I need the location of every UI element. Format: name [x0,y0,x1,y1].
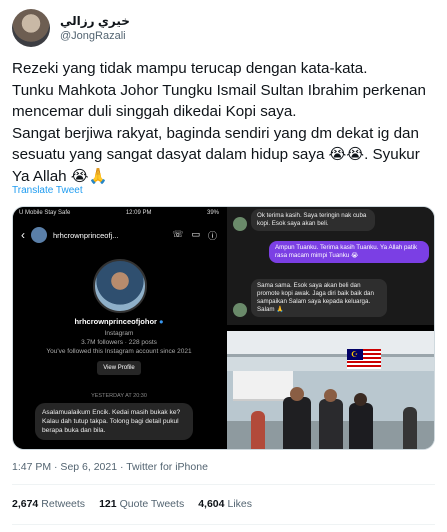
ig-profile-sub: Instagram 3.7M followers · 228 posts You… [13,329,225,356]
back-arrow-icon: ‹ [21,228,25,242]
avatar[interactable] [12,9,50,47]
chat-avatar [233,303,247,317]
dm-message-bubble: Asalamualaikum Encik. Kedai masih bukak … [35,403,193,440]
phone-status-bar: U Mobile Stay Safe 12:09 PM 39% [13,207,225,219]
tweet-header: خيري رزالي @JongRazali [12,8,130,48]
photo-stall [233,371,293,401]
phone-icon: ☏ [172,228,184,239]
divider [12,484,435,485]
photo-person [319,399,343,449]
chat-message-2: Ampun Tuanku. Terima kasih Tuanku. Ya Al… [269,241,429,263]
media-photo[interactable]: ☪ [227,331,434,449]
chat-message-1: Ok terima kasih. Saya teringin nak cuba … [251,209,375,231]
status-battery: 39% [206,210,219,216]
tweet-text: Rezeki yang tidak mampu terucap dengan k… [12,60,426,185]
thread-avatar [31,227,47,243]
thread-title: hrhcrownprinceofj... [53,230,119,240]
photo-person [403,407,417,449]
quote-tweets-label: Quote Tweets [119,498,185,510]
photo-person-head [324,389,337,402]
quote-tweets-count: 121 [99,498,117,510]
ig-platform: Instagram [104,330,134,337]
thread-actions: ☏ ▭ ⓘ [172,229,217,242]
verified-badge-icon: ● [159,317,164,326]
tweet-stats: 2,674 Retweets 121 Quote Tweets 4,604 Likes [12,498,252,510]
retweets-count: 2,674 [12,498,39,510]
photo-person [283,397,311,449]
user-handle[interactable]: @JongRazali [60,30,130,42]
malaysia-flag-star-icon: ☪ [351,350,359,359]
photo-person [349,403,373,449]
retweets-stat[interactable]: 2,674 Retweets [12,498,85,510]
ig-profile-avatar [93,259,147,313]
info-icon: ⓘ [207,230,217,241]
chat-avatar [233,217,247,231]
display-name[interactable]: خيري رزالي [60,14,130,28]
retweets-label: Retweets [41,498,86,510]
ig-profile-name: hrhcrownprinceofjohor ● [13,317,225,326]
likes-label: Likes [227,498,252,510]
photo-person-head [290,387,304,401]
ig-stats: 3.7M followers · 228 posts [81,339,157,346]
status-time: 12:09 PM [125,210,152,216]
media-chat-screenshot[interactable]: Ok terima kasih. Saya teringin nak cuba … [227,207,434,325]
likes-count: 4,604 [198,498,225,510]
view-profile-button: View Profile [97,361,141,375]
ig-follow-note: You've followed this Instagram account s… [46,348,192,355]
media-instagram-screenshot[interactable]: U Mobile Stay Safe 12:09 PM 39% ‹ hrhcro… [13,207,225,449]
ig-profile-name-text: hrhcrownprinceofjohor [74,317,157,326]
quote-tweets-stat[interactable]: 121 Quote Tweets [99,498,184,510]
tweet-timestamp[interactable]: 1:47 PM · Sep 6, 2021 · Twitter for iPho… [12,461,208,473]
tweet-media-grid[interactable]: U Mobile Stay Safe 12:09 PM 39% ‹ hrhcro… [12,206,435,450]
dm-timestamp: YESTERDAY AT 20:30 [91,393,147,399]
author-names: خيري رزالي @JongRazali [60,14,130,42]
photo-person-head [354,393,367,406]
photo-canopy [227,331,434,357]
video-icon: ▭ [191,228,200,239]
chat-message-3: Sama sama. Esok saya akan beli dan promo… [251,279,387,317]
photo-person [251,411,265,449]
translate-tweet-link[interactable]: Translate Tweet [12,185,83,196]
likes-stat[interactable]: 4,604 Likes [198,498,252,510]
status-carrier: U Mobile Stay Safe [19,210,71,216]
divider [12,524,435,525]
ig-thread-bar: ‹ hrhcrownprinceofj... ☏ ▭ ⓘ [13,221,225,249]
